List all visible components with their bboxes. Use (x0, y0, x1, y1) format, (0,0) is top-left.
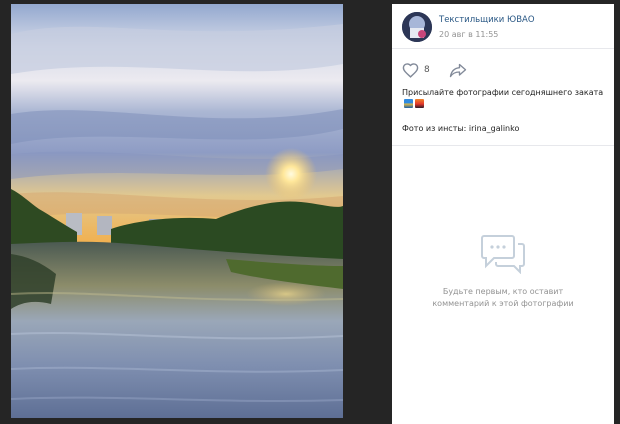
empty-comments-line-2: комментарий к этой фотографии (432, 299, 574, 308)
heart-outline-icon (402, 63, 419, 78)
photo-credit: Фото из инсты: irina_galinko (402, 124, 520, 133)
post-actions: 8 (402, 63, 602, 81)
sunset-over-city-emoji (404, 99, 413, 108)
post-photo[interactable] (11, 4, 343, 418)
empty-comments: Будьте первым, кто оставит комментарий к… (392, 234, 614, 310)
post-caption: Присылайте фотографии сегодняшнего закат… (402, 87, 607, 111)
author-avatar[interactable] (402, 12, 432, 42)
author-name-link[interactable]: Текстильщики ЮВАО (439, 15, 535, 25)
comments-bubble-icon (481, 235, 525, 274)
post-sidebar: Текстильщики ЮВАО 20 авг в 11:55 8 Присы… (392, 4, 614, 424)
avatar-image (402, 12, 432, 42)
empty-comments-line-1: Будьте первым, кто оставит (442, 287, 564, 296)
sunset-river-photo (11, 4, 343, 418)
caption-text: Присылайте фотографии сегодняшнего закат… (402, 88, 604, 97)
share-arrow-icon (449, 63, 467, 78)
empty-comments-text: Будьте первым, кто оставит комментарий к… (392, 286, 614, 310)
author-header: Текстильщики ЮВАО 20 авг в 11:55 (392, 4, 614, 49)
photo-viewer: Текстильщики ЮВАО 20 авг в 11:55 8 Присы… (0, 0, 620, 424)
like-count: 8 (424, 65, 430, 75)
sunset-emoji (415, 99, 424, 108)
like-button[interactable]: 8 (402, 63, 442, 79)
share-button[interactable] (449, 63, 469, 79)
divider (392, 145, 614, 146)
post-date[interactable]: 20 авг в 11:55 (439, 30, 498, 39)
